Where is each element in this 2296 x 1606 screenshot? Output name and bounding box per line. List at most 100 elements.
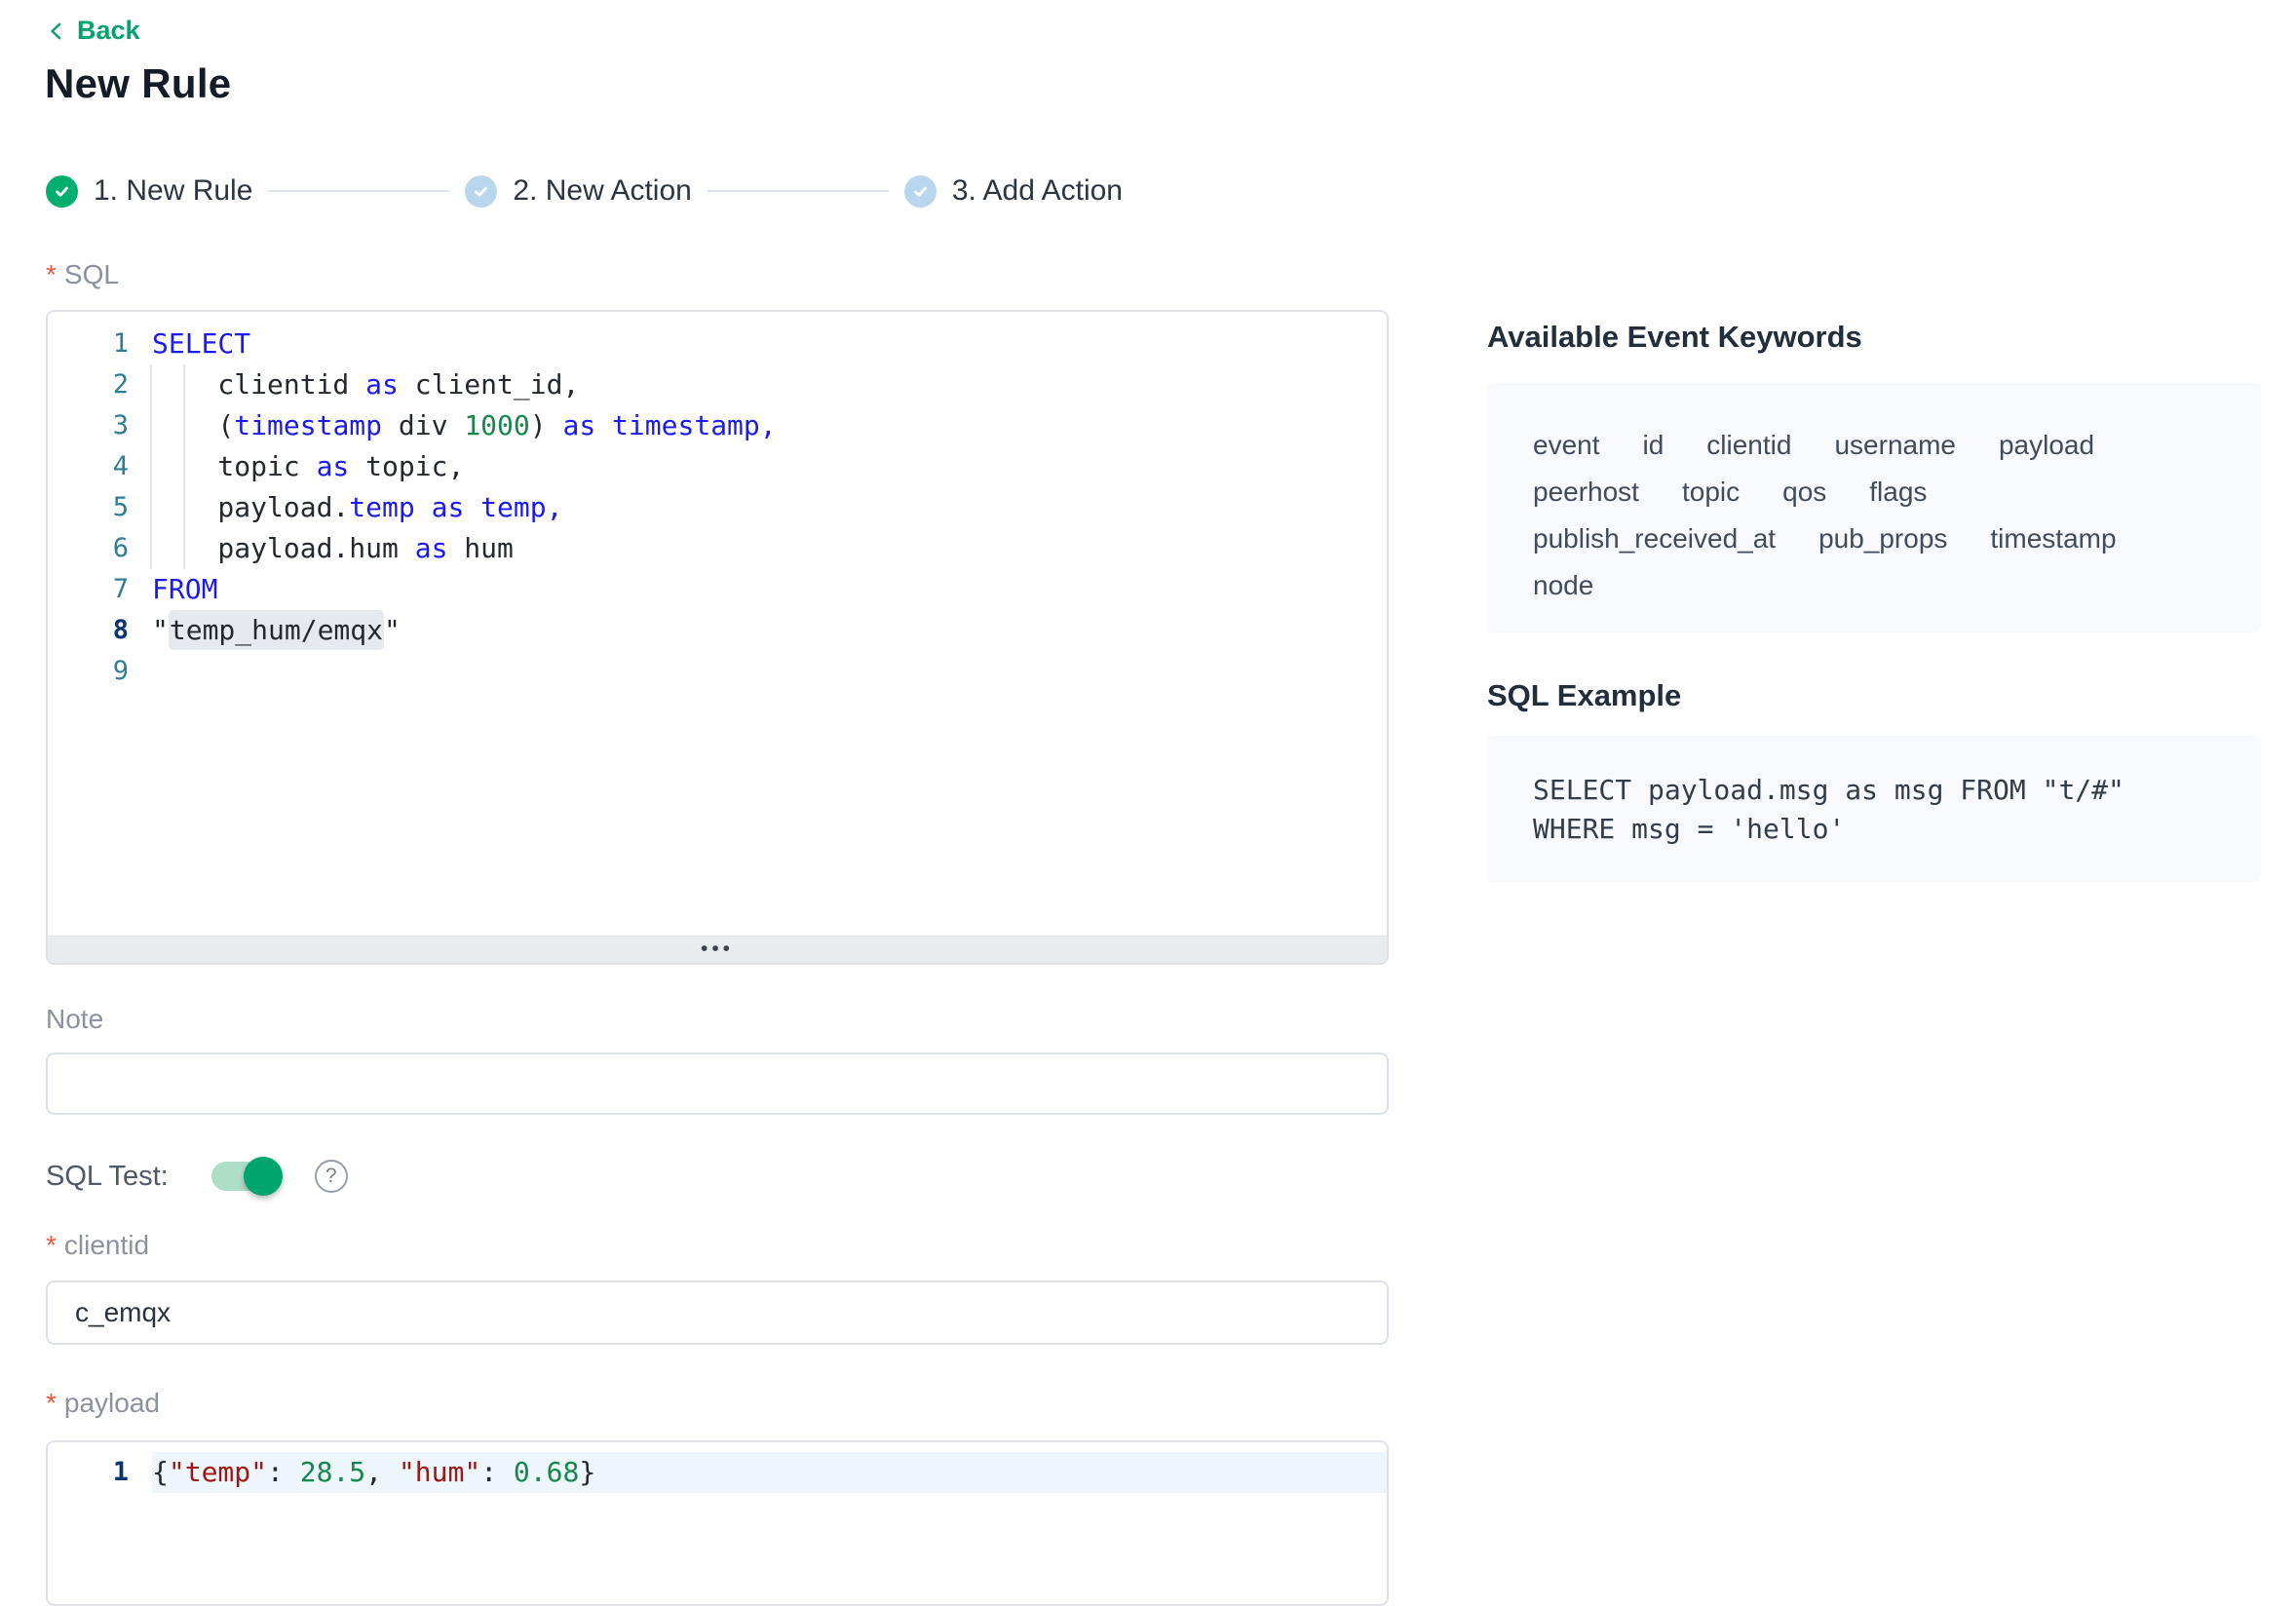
payload-field-label: *payload [46, 1388, 160, 1419]
step-2-check-icon[interactable] [465, 175, 497, 208]
line-number: 1 [48, 1452, 152, 1493]
code-line: payload.hum as hum [152, 528, 1387, 569]
payload-editor-code[interactable]: {"temp": 28.5, "hum": 0.68} [152, 1452, 1387, 1493]
payload-editor[interactable]: 1 {"temp": 28.5, "hum": 0.68} [46, 1440, 1389, 1606]
page-title: New Rule [45, 60, 231, 107]
code-line: {"temp": 28.5, "hum": 0.68} [152, 1452, 1387, 1493]
step-3-check-icon[interactable] [904, 175, 937, 208]
keyword-chip[interactable]: clientid [1706, 430, 1791, 461]
keyword-chip[interactable]: peerhost [1533, 477, 1639, 508]
step-3-label[interactable]: 3. Add Action [952, 174, 1123, 208]
payload-editor-gutter: 1 [48, 1452, 152, 1493]
step-1-check-icon[interactable] [46, 175, 78, 208]
step-connector [268, 190, 449, 192]
back-label: Back [77, 16, 140, 46]
toggle-knob [244, 1157, 283, 1196]
sql-field-label: *SQL [46, 259, 119, 290]
code-line: "temp_hum/emqx" [152, 610, 1387, 651]
line-number: 7 [48, 569, 152, 610]
sql-editor-gutter: 123456789 [48, 324, 152, 936]
keyword-chip[interactable]: id [1643, 430, 1665, 461]
code-token: } [579, 1456, 595, 1488]
sql-example-line: WHERE msg = 'hello' [1533, 810, 2215, 849]
line-number: 8 [48, 610, 152, 651]
event-keywords-title: Available Event Keywords [1487, 320, 1862, 355]
code-token: as [365, 368, 399, 401]
indent-guide [183, 528, 185, 569]
code-token: payload.hum [152, 532, 415, 564]
code-token: " [384, 614, 401, 646]
code-token: timestamp, [612, 409, 777, 441]
code-token: timestamp [234, 409, 382, 441]
code-line: clientid as client_id, [152, 364, 1387, 405]
indent-guide [183, 364, 185, 405]
sql-example-line: SELECT payload.msg as msg FROM "t/#" [1533, 771, 2215, 810]
code-token: as [415, 532, 448, 564]
code-line: (timestamp div 1000) as timestamp, [152, 405, 1387, 446]
keyword-chip[interactable]: username [1834, 430, 1956, 461]
back-button[interactable]: Back [46, 16, 140, 46]
line-number: 3 [48, 405, 152, 446]
sql-test-row: SQL Test: ? [46, 1160, 348, 1193]
line-number: 1 [48, 324, 152, 364]
indent-guide [183, 487, 185, 528]
indent-guide [150, 405, 152, 446]
line-number: 2 [48, 364, 152, 405]
code-token: topic [152, 450, 317, 482]
event-keywords-card: event id clientid username payload peerhost to… [1487, 383, 2261, 632]
note-input[interactable] [46, 1052, 1389, 1115]
code-token: ( [152, 409, 234, 441]
code-token: : [267, 1456, 300, 1488]
keyword-chip[interactable]: topic [1682, 477, 1740, 508]
code-token: topic, [349, 450, 464, 482]
keyword-chip[interactable]: publish_received_at [1533, 523, 1776, 554]
indent-guide [150, 446, 152, 487]
sql-editor-code[interactable]: SELECT clientid as client_id, (timestamp… [152, 324, 1387, 936]
note-field-label: Note [46, 1004, 103, 1035]
code-line [152, 651, 1387, 692]
code-token: payload. [152, 491, 349, 523]
code-token: ) [530, 409, 563, 441]
code-token: as [562, 409, 595, 441]
code-line: topic as topic, [152, 446, 1387, 487]
code-token: SELECT [152, 327, 250, 360]
step-2-label[interactable]: 2. New Action [513, 174, 691, 208]
sql-editor-resize-handle[interactable]: ••• [48, 936, 1387, 964]
code-token: temp_hum/emqx [169, 610, 384, 650]
code-token: "hum" [399, 1456, 480, 1488]
required-asterisk: * [46, 1230, 57, 1260]
line-number: 6 [48, 528, 152, 569]
clientid-field-label: *clientid [46, 1230, 149, 1261]
code-token: 0.68 [514, 1456, 579, 1488]
help-icon[interactable]: ? [315, 1160, 348, 1193]
step-1-label[interactable]: 1. New Rule [94, 174, 252, 208]
keyword-chip[interactable]: event [1533, 430, 1600, 461]
required-asterisk: * [46, 1388, 57, 1418]
clientid-input[interactable]: c_emqx [46, 1281, 1389, 1345]
keyword-chip[interactable]: payload [1999, 430, 2094, 461]
indent-guide [150, 487, 152, 528]
indent-guide [150, 364, 152, 405]
code-token: temp [349, 491, 414, 523]
keyword-row: publish_received_at pub_props timestamp [1533, 516, 2215, 562]
line-number: 5 [48, 487, 152, 528]
keyword-chip[interactable]: node [1533, 570, 1593, 601]
keyword-row: node [1533, 562, 2215, 609]
code-token: as [317, 450, 350, 482]
code-token: " [152, 614, 169, 646]
resize-dots-icon: ••• [701, 938, 734, 959]
line-number: 4 [48, 446, 152, 487]
keyword-chip[interactable]: pub_props [1818, 523, 1947, 554]
code-token [595, 409, 612, 441]
sql-test-label: SQL Test: [46, 1161, 169, 1193]
sql-example-title: SQL Example [1487, 678, 1681, 713]
code-token: hum [447, 532, 513, 564]
keyword-chip[interactable]: timestamp [1990, 523, 2116, 554]
sql-test-toggle[interactable] [211, 1162, 276, 1191]
code-token: 1000 [464, 409, 529, 441]
code-token: as [432, 491, 465, 523]
keyword-chip[interactable]: flags [1869, 477, 1927, 508]
keyword-chip[interactable]: qos [1782, 477, 1826, 508]
sql-editor[interactable]: 123456789 SELECT clientid as client_id, … [46, 310, 1389, 965]
code-token: { [152, 1456, 169, 1488]
